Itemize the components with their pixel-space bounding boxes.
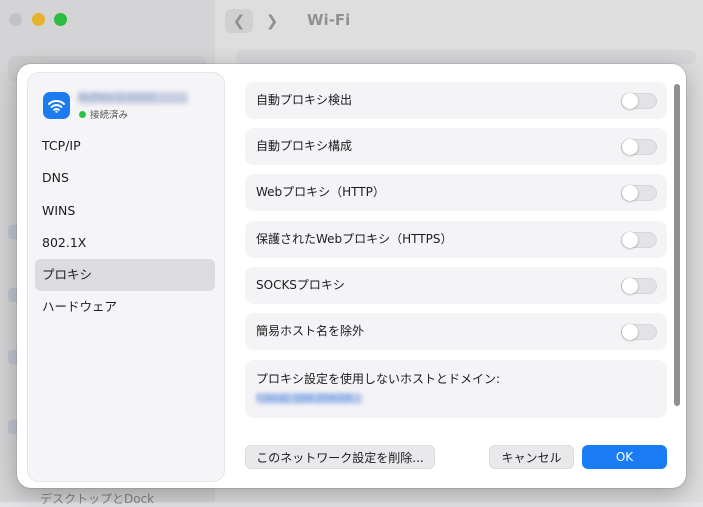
- connection-status: 接続済み: [90, 110, 129, 121]
- auto-proxy-config-label: 自動プロキシ構成: [256, 139, 353, 153]
- connected-status-dot: [79, 111, 86, 118]
- auto-proxy-discovery-label: 自動プロキシ検出: [256, 93, 353, 107]
- proxy-option-row: Webプロキシ（HTTP）: [245, 174, 667, 211]
- socks-proxy-toggle[interactable]: [621, 278, 657, 294]
- sidebar-item-tcpip[interactable]: TCP/IP: [35, 130, 215, 162]
- toggle-knob: [622, 93, 638, 109]
- toggle-knob: [622, 278, 638, 294]
- secure-web-proxy-https-toggle[interactable]: [621, 232, 657, 248]
- toggle-knob: [622, 139, 638, 155]
- sheet-sidebar: Buffalo-G-XXXX 接続済み TCP/IP DNS WINS 802.…: [27, 72, 225, 482]
- scrollbar[interactable]: [672, 76, 682, 418]
- toggle-knob: [622, 324, 638, 340]
- sidebar-item-proxy[interactable]: プロキシ: [35, 259, 215, 291]
- proxy-option-row: 簡易ホスト名を除外: [245, 313, 667, 350]
- network-name: Buffalo-G-XXXX: [78, 92, 188, 104]
- proxy-option-row: 自動プロキシ検出: [245, 82, 667, 119]
- delete-network-settings-button[interactable]: このネットワーク設定を削除...: [245, 445, 435, 469]
- exclude-simple-hostnames-toggle[interactable]: [621, 324, 657, 340]
- web-proxy-http-toggle[interactable]: [621, 185, 657, 201]
- sidebar-item-8021x[interactable]: 802.1X: [35, 227, 215, 259]
- proxy-option-row: 保護されたWebプロキシ（HTTPS）: [245, 221, 667, 258]
- ok-button[interactable]: OK: [582, 445, 667, 469]
- proxy-bypass-section: プロキシ設定を使用しないホストとドメイン: *.local, 169.254/1…: [245, 360, 667, 418]
- proxy-bypass-label: プロキシ設定を使用しないホストとドメイン:: [256, 372, 501, 386]
- proxy-option-row: 自動プロキシ構成: [245, 128, 667, 165]
- proxy-option-row: SOCKSプロキシ: [245, 267, 667, 304]
- sidebar-item-dns[interactable]: DNS: [35, 162, 215, 194]
- exclude-simple-hostnames-label: 簡易ホスト名を除外: [256, 324, 365, 338]
- wifi-icon: [43, 92, 70, 119]
- socks-proxy-label: SOCKSプロキシ: [256, 278, 345, 292]
- auto-proxy-discovery-toggle[interactable]: [621, 93, 657, 109]
- sidebar-item-wins[interactable]: WINS: [35, 195, 215, 227]
- auto-proxy-config-toggle[interactable]: [621, 139, 657, 155]
- toggle-knob: [622, 185, 638, 201]
- cancel-button[interactable]: キャンセル: [489, 445, 574, 469]
- secure-web-proxy-https-label: 保護されたWebプロキシ（HTTPS）: [256, 232, 453, 246]
- network-details-sheet: Buffalo-G-XXXX 接続済み TCP/IP DNS WINS 802.…: [17, 64, 686, 488]
- scrollbar-thumb[interactable]: [674, 84, 680, 406]
- web-proxy-http-label: Webプロキシ（HTTP）: [256, 185, 385, 199]
- toggle-knob: [622, 232, 638, 248]
- proxy-bypass-field[interactable]: *.local, 169.254/16: [256, 393, 362, 404]
- sidebar-item-hardware[interactable]: ハードウェア: [35, 291, 215, 323]
